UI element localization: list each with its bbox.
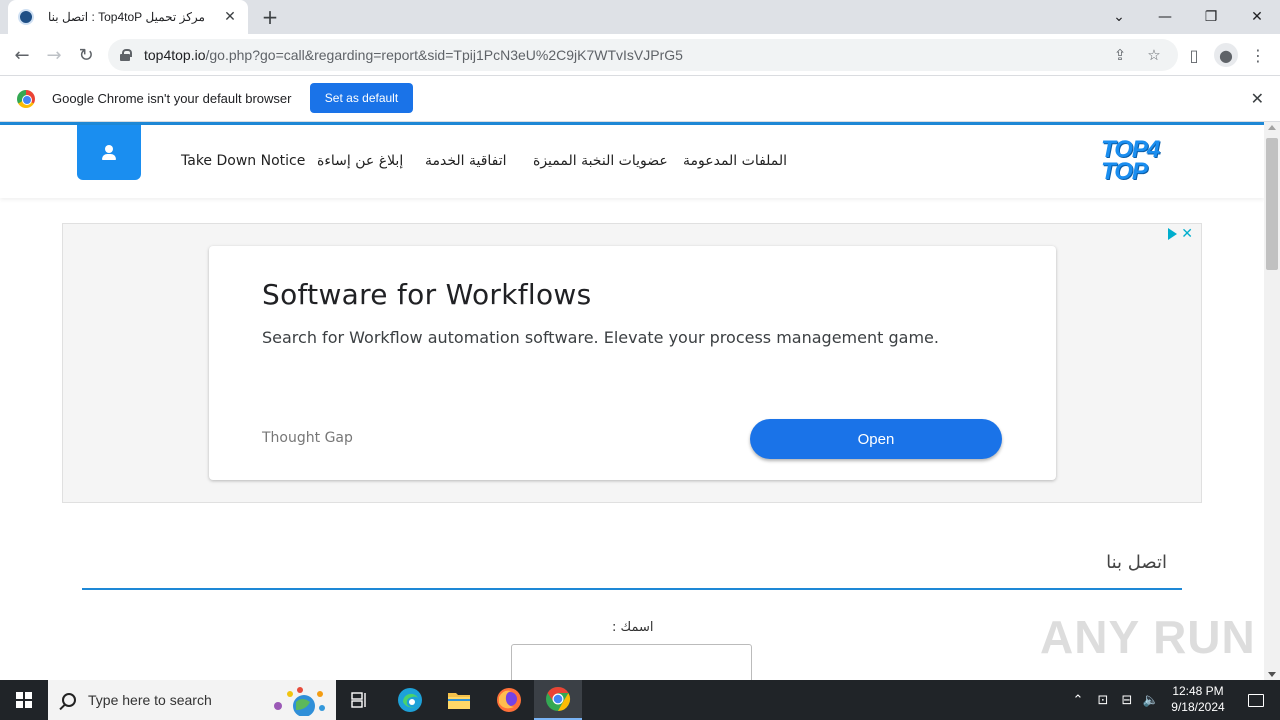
user-icon [101, 144, 117, 161]
minimize-button[interactable]: — [1142, 0, 1188, 34]
firefox-icon [497, 688, 521, 712]
infobar-close-icon[interactable]: ✕ [1251, 89, 1264, 108]
url-path: /go.php?go=call&regarding=report&sid=Tpi… [205, 47, 683, 63]
tab-title: مركز تحميل Top4toP : اتصل بنا [48, 10, 205, 24]
clock-date: 9/18/2024 [1171, 700, 1225, 714]
nav-premium-membership[interactable]: عضويات النخبة المميزة [533, 153, 668, 169]
tab-close-icon[interactable]: ✕ [222, 9, 238, 25]
search-highlight-icon [274, 687, 325, 716]
restore-button[interactable]: ❐ [1188, 0, 1234, 34]
show-hidden-icons[interactable]: ⌃ [1068, 680, 1088, 720]
volume-icon[interactable]: 🔈 [1140, 680, 1162, 720]
nav-take-down-notice[interactable]: Take Down Notice [181, 153, 305, 169]
chrome-logo-icon [17, 90, 35, 108]
scroll-down-icon[interactable] [1268, 672, 1276, 677]
address-bar[interactable]: top4top.io/go.php?go=call&regarding=repo… [108, 39, 1178, 71]
ad-close-icon[interactable]: ✕ [1181, 226, 1193, 242]
tab-search-icon[interactable]: ⌄ [1096, 0, 1142, 34]
taskbar-firefox[interactable] [485, 680, 533, 720]
name-input[interactable] [511, 644, 752, 680]
scroll-thumb[interactable] [1266, 138, 1278, 270]
ad-open-button[interactable]: Open [750, 419, 1002, 459]
page-viewport: Take Down Notice إبلاغ عن إساءة اتفاقية … [0, 122, 1264, 680]
search-icon [62, 693, 76, 707]
chrome-icon [546, 687, 571, 711]
tab-active[interactable]: مركز تحميل Top4toP : اتصل بنا ✕ [8, 0, 248, 34]
network-icon[interactable]: ⊟ [1116, 680, 1138, 720]
taskbar-chrome[interactable] [534, 680, 582, 720]
taskbar-edge[interactable] [386, 680, 434, 720]
side-panel-icon[interactable]: ▯ [1182, 43, 1206, 67]
ad-description: Search for Workflow automation software.… [262, 328, 939, 347]
contact-divider [82, 588, 1182, 590]
ad-choices[interactable]: ✕ [1168, 226, 1193, 242]
new-tab-button[interactable]: + [258, 5, 282, 29]
ad-advertiser[interactable]: Thought Gap [262, 430, 353, 446]
nav-terms-of-service[interactable]: اتفاقية الخدمة [425, 153, 507, 169]
taskbar-search[interactable]: Type here to search [48, 680, 336, 720]
start-button[interactable] [0, 680, 48, 720]
name-field-label: اسمك : [612, 620, 654, 635]
anyrun-watermark: ANY RUN [1040, 611, 1256, 663]
windows-logo-icon [16, 692, 32, 708]
ad-frame: ✕ Software for Workflows Search for Work… [62, 223, 1202, 503]
profile-avatar-icon[interactable]: ● [1214, 43, 1238, 67]
reload-button[interactable]: ↻ [72, 41, 100, 69]
set-as-default-button[interactable]: Set as default [310, 83, 413, 113]
site-favicon-icon [18, 9, 34, 25]
site-logo[interactable]: TOP4 TOP [1101, 138, 1173, 185]
share-icon[interactable]: ⇪ [1110, 45, 1130, 65]
notification-center-button[interactable] [1232, 680, 1280, 720]
site-header: Take Down Notice إبلاغ عن إساءة اتفاقية … [0, 125, 1264, 198]
contact-title: اتصل بنا [1106, 552, 1167, 573]
ad-card[interactable]: Software for Workflows Search for Workfl… [209, 246, 1056, 480]
forward-button[interactable]: → [40, 41, 68, 69]
nav-report-abuse[interactable]: إبلاغ عن إساءة [317, 153, 403, 169]
clock-time: 12:48 PM [1172, 684, 1224, 698]
task-view-button[interactable] [336, 680, 384, 720]
logo-line-2: TOP [1101, 158, 1148, 185]
tab-strip: مركز تحميل Top4toP : اتصل بنا ✕ + ⌄ — ❐ … [0, 0, 1280, 34]
task-view-icon [351, 692, 366, 708]
infobar-message: Google Chrome isn't your default browser [52, 91, 292, 106]
page-scrollbar[interactable] [1264, 122, 1280, 680]
browser-toolbar: ← → ↻ top4top.io/go.php?go=call&regardin… [0, 34, 1280, 76]
user-account-button[interactable] [77, 125, 141, 180]
scroll-up-icon[interactable] [1268, 125, 1276, 130]
nav-supported-files[interactable]: الملفات المدعومة [683, 153, 787, 169]
lock-icon[interactable] [120, 49, 132, 61]
default-browser-infobar: Google Chrome isn't your default browser… [0, 77, 1280, 122]
notification-icon [1248, 693, 1264, 707]
windows-taskbar: Type here to search ⌃ ⊡ ⊟ 🔈 12:48 PM 9/1… [0, 680, 1280, 720]
url-host: top4top.io [144, 47, 206, 63]
ad-headline[interactable]: Software for Workflows [262, 278, 592, 311]
bookmark-star-icon[interactable]: ☆ [1144, 45, 1164, 65]
taskbar-file-explorer[interactable] [435, 680, 483, 720]
folder-icon [448, 693, 470, 709]
adchoices-icon[interactable] [1168, 228, 1178, 240]
close-window-button[interactable]: ✕ [1234, 0, 1280, 34]
taskbar-clock[interactable]: 12:48 PM 9/18/2024 [1160, 683, 1236, 715]
menu-kebab-icon[interactable]: ⋮ [1246, 43, 1270, 67]
edge-icon [398, 688, 422, 712]
taskbar-search-placeholder: Type here to search [88, 692, 212, 708]
back-button[interactable]: ← [8, 41, 36, 69]
meet-now-icon[interactable]: ⊡ [1092, 680, 1114, 720]
